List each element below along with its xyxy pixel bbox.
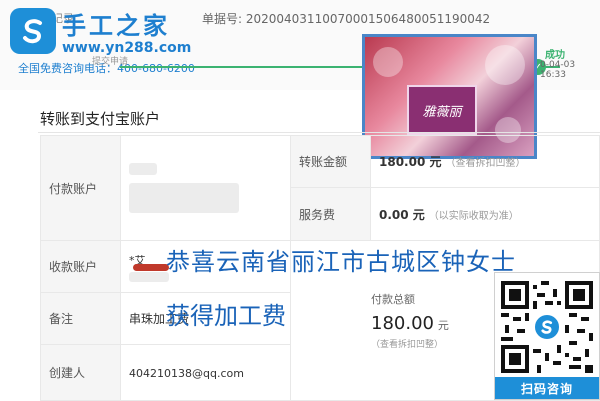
creator-value: 404210138@qq.com xyxy=(129,366,244,380)
amount-fee-labels: 转账金额 服务费 xyxy=(290,135,371,241)
creator-label: 创建人 xyxy=(49,366,86,380)
fee-note: （以实际收取为准） xyxy=(428,210,519,222)
payer-label: 付款账户 xyxy=(49,181,98,196)
overlay-fee-line: 获得加工费 xyxy=(166,302,286,330)
redacted-text xyxy=(129,183,239,213)
qr-card[interactable]: 扫码咨询 xyxy=(494,272,600,400)
payee-label: 收款账户 xyxy=(49,260,98,274)
fee-value: 0.00 元 xyxy=(379,207,425,222)
redacted-text xyxy=(129,271,169,282)
bill-number: 单据号: 2020040311007000150648005119004​2 xyxy=(202,12,491,26)
creator-label-cell: 创建人 xyxy=(40,344,121,401)
progress-success-time: 0-04-03 16:33 xyxy=(540,60,576,80)
watermark-brand: 手工之家 xyxy=(62,11,170,40)
redaction-mark xyxy=(133,264,169,271)
fee-label: 服务费 xyxy=(299,207,336,222)
payer-label-cell: 付款账户 xyxy=(40,135,121,241)
redacted-text xyxy=(129,163,157,175)
amount-note[interactable]: （查看拆扣凹整） xyxy=(446,154,526,169)
amount-fee-values: 180.00 元 （查看拆扣凹整） 0.00 元 （以实际收取为准） xyxy=(370,135,600,241)
progress-success-label: 成功 xyxy=(545,50,565,61)
payer-value-cell xyxy=(120,135,291,241)
total-unit: 元 xyxy=(437,319,449,332)
qr-brand-logo-icon xyxy=(533,313,561,341)
section-title: 转账到支付宝账户 xyxy=(40,110,161,128)
ad-decoration xyxy=(485,45,525,85)
progress-step-label: 提交申请 xyxy=(92,57,129,67)
remark-label-cell: 备注 xyxy=(40,292,121,345)
ad-decoration xyxy=(373,47,403,77)
remark-label: 备注 xyxy=(49,312,74,326)
qr-caption: 扫码咨询 xyxy=(495,377,599,399)
payee-label-cell: 收款账户 xyxy=(40,240,121,293)
overlay-congrats-line: 恭喜云南省丽江市古城区钟女士 xyxy=(166,248,516,276)
brand-logo-icon xyxy=(10,8,56,54)
creator-value-cell: 404210138@qq.com xyxy=(120,344,291,401)
ad-box-label: 雅薇丽 xyxy=(422,104,462,120)
amount-label: 转账金额 xyxy=(299,155,348,169)
ad-product-box: 雅薇丽 xyxy=(407,85,477,135)
divider xyxy=(38,132,600,133)
total-value: 180.00 xyxy=(371,313,434,334)
amount-value: 180.00 元 xyxy=(379,155,442,169)
